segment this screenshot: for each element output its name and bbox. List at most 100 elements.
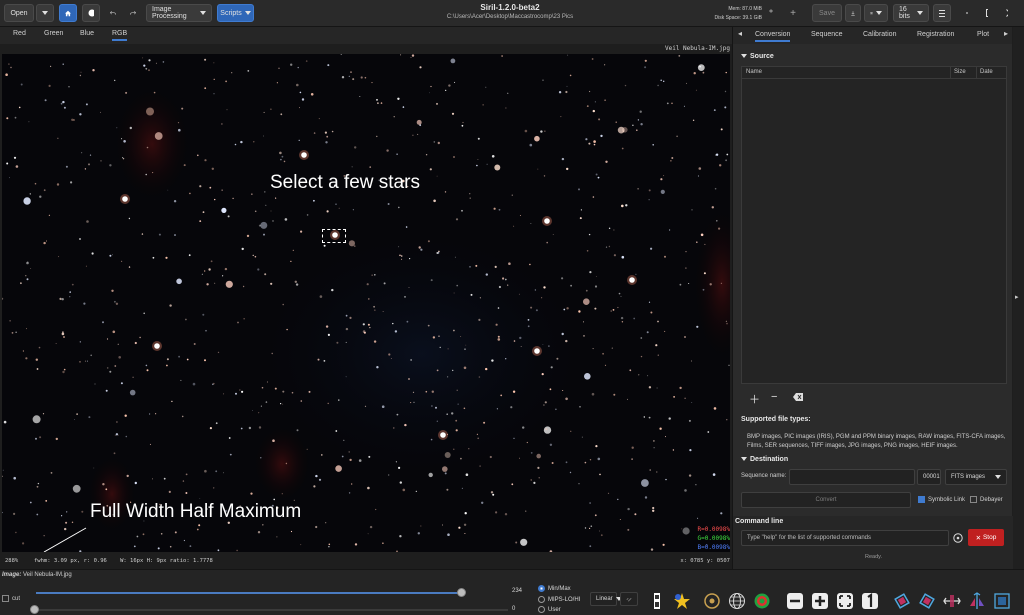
memory-info: Mem: 87.0 MiB Disk Space: 39.1 GiB: [700, 5, 762, 23]
globe-icon[interactable]: [728, 592, 746, 610]
source-file-list[interactable]: Name Size Date: [741, 66, 1007, 384]
rotate-left-icon[interactable]: [893, 592, 911, 610]
low-slider-track[interactable]: [36, 609, 508, 611]
tab-calibration[interactable]: Calibration: [863, 31, 896, 38]
source-heading[interactable]: Source: [741, 53, 774, 60]
output-format-select[interactable]: FITS images: [945, 469, 1007, 485]
command-input[interactable]: Type "help" for the list of supported co…: [741, 530, 949, 546]
save-as-button[interactable]: [845, 4, 861, 22]
save-label: Save: [819, 9, 835, 17]
working-directory: C:\Users\Acer\Desktop\Maccastrocomp\23 P…: [446, 14, 574, 20]
green-value: G=0.0098%: [697, 535, 730, 542]
mirror-y-icon[interactable]: [968, 592, 986, 610]
minimize-button[interactable]: [960, 4, 974, 22]
file-list-header: Name Size Date: [742, 67, 1006, 79]
zoom-out-icon[interactable]: [786, 592, 804, 610]
radio-selected: [538, 585, 545, 592]
column-divider: [950, 67, 951, 79]
undo-button[interactable]: [104, 4, 122, 22]
column-size[interactable]: Size: [954, 69, 966, 75]
red-value: R=0.0098%: [697, 526, 730, 533]
low-value[interactable]: 0: [512, 606, 515, 612]
save-button[interactable]: Save: [812, 4, 842, 22]
bit-depth-selector[interactable]: 16 bits: [893, 4, 929, 22]
main-menu-button[interactable]: [933, 4, 951, 22]
photometry-icon[interactable]: [703, 592, 721, 610]
convert-button[interactable]: Convert: [741, 492, 911, 508]
zoom-out-header-button[interactable]: ⁺: [764, 4, 778, 22]
stop-button[interactable]: ✕ Stop: [968, 529, 1004, 546]
low-slider-knob[interactable]: [30, 605, 39, 614]
hamburger-icon: [939, 9, 945, 17]
selection-rectangle[interactable]: [322, 229, 346, 243]
right-edge-bar: ▸: [1013, 27, 1024, 569]
zoom-fit-icon[interactable]: [836, 592, 854, 610]
symbolic-link-checkbox[interactable]: Symbolic Link: [918, 496, 965, 503]
tab-red[interactable]: Red: [13, 30, 26, 37]
zoom-one-icon[interactable]: [861, 592, 879, 610]
cursor-coordinates: x: 0785 y: 0507: [680, 558, 730, 564]
conversion-panel: Source Name Size Date ＋ − Supported file…: [732, 44, 1013, 569]
chevron-down-icon: [244, 11, 251, 15]
expand-triangle-icon: [741, 457, 747, 462]
destination-heading-label: Destination: [750, 456, 789, 463]
open-label: Open: [10, 9, 28, 17]
command-help-button[interactable]: [953, 533, 963, 545]
rotate-right-icon[interactable]: [918, 592, 936, 610]
undo-icon: [110, 10, 116, 15]
minmax-radio[interactable]: Min/Max: [538, 585, 571, 592]
zoom-level: 288%: [5, 558, 19, 564]
tab-blue[interactable]: Blue: [80, 30, 94, 37]
open-button[interactable]: Open: [4, 4, 34, 22]
column-date[interactable]: Date: [980, 69, 993, 75]
close-button[interactable]: [1000, 4, 1014, 22]
stretch-mode-select[interactable]: Linear: [590, 592, 622, 606]
zoom-in-icon[interactable]: [811, 592, 829, 610]
channel-tabs: Red Green Blue RGB: [0, 27, 732, 44]
target-icon[interactable]: [753, 592, 771, 610]
image-viewer[interactable]: Select a few stars Full Width Half Maxim…: [2, 54, 730, 552]
clear-list-button[interactable]: [793, 392, 803, 404]
close-icon: [1006, 9, 1008, 17]
status-ready: Ready.: [865, 554, 883, 560]
maximize-button[interactable]: [980, 4, 994, 22]
tab-rgb[interactable]: RGB: [112, 30, 128, 41]
checkbox-unchecked: [2, 595, 9, 602]
link-channels-button[interactable]: [620, 592, 638, 606]
debayer-checkbox[interactable]: Debayer: [970, 496, 1003, 503]
cut-checkbox[interactable]: cut: [2, 595, 20, 602]
user-radio[interactable]: User: [538, 606, 561, 613]
panel-toggle-arrow[interactable]: ▸: [1015, 293, 1019, 301]
histogram-icon[interactable]: [648, 592, 666, 610]
sequence-name-input[interactable]: [789, 469, 915, 485]
high-slider-knob[interactable]: [457, 588, 466, 597]
star-icon[interactable]: [673, 592, 691, 610]
radio-unselected: [538, 596, 545, 603]
scripts-menu[interactable]: Scripts: [217, 4, 254, 22]
tab-plot[interactable]: Plot: [977, 31, 989, 38]
snapshot-button[interactable]: [864, 4, 888, 22]
mipslo-radio[interactable]: MIPS-LO/HI: [538, 596, 580, 603]
tab-registration[interactable]: Registration: [917, 31, 954, 38]
tab-sequence[interactable]: Sequence: [811, 31, 843, 38]
tabs-scroll-right[interactable]: ▸: [1004, 29, 1008, 38]
add-files-button[interactable]: ＋: [749, 391, 760, 407]
tabs-scroll-left[interactable]: ◂: [738, 29, 742, 38]
home-button[interactable]: [59, 4, 77, 22]
link-icon: [626, 597, 632, 602]
recent-dropdown-button[interactable]: [36, 4, 54, 22]
redo-button[interactable]: [124, 4, 142, 22]
tab-green[interactable]: Green: [44, 30, 63, 37]
crop-icon[interactable]: [993, 592, 1011, 610]
remove-file-button[interactable]: −: [771, 391, 777, 403]
mirror-x-icon[interactable]: [943, 592, 961, 610]
destination-heading[interactable]: Destination: [741, 456, 788, 463]
tab-conversion[interactable]: Conversion: [755, 31, 791, 42]
livestack-button[interactable]: [82, 4, 100, 22]
column-name[interactable]: Name: [746, 69, 762, 75]
high-value[interactable]: 234: [512, 588, 522, 594]
image-processing-menu[interactable]: Image Processing: [146, 4, 212, 22]
high-slider-track[interactable]: [36, 592, 462, 594]
plus-button[interactable]: +: [785, 4, 801, 22]
sequence-index-input[interactable]: 00001: [917, 469, 941, 485]
